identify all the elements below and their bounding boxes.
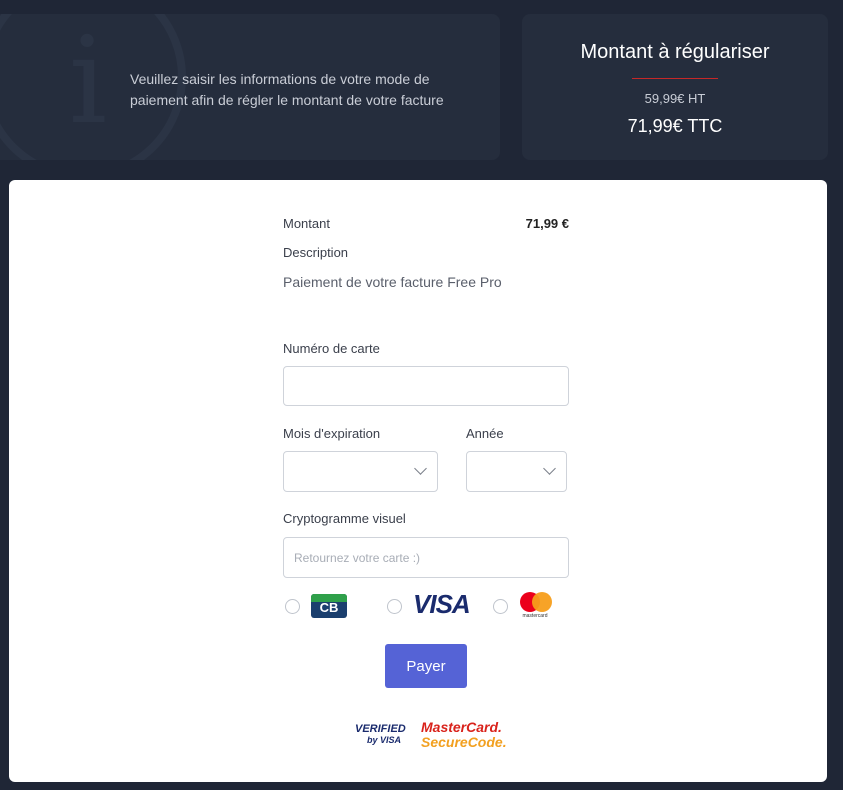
info-panel: i Veuillez saisir les informations de vo… (0, 14, 500, 160)
pay-button[interactable]: Payer (385, 644, 467, 688)
card-type-cb-radio[interactable] (285, 599, 300, 614)
montant-label: Montant (283, 216, 330, 231)
mastercard-securecode-logo: MasterCard. SecureCode. (421, 719, 507, 750)
cvv-label: Cryptogramme visuel (283, 511, 406, 526)
chevron-down-icon (543, 462, 556, 475)
montant-value: 71,99 € (525, 216, 569, 231)
verified-by-visa-logo: VERIFIED by VISA (355, 723, 406, 746)
card-number-label: Numéro de carte (283, 341, 380, 356)
card-number-input[interactable] (284, 367, 568, 405)
card-type-visa-radio[interactable] (387, 599, 402, 614)
card-type-mastercard-radio[interactable] (493, 599, 508, 614)
chevron-down-icon (414, 462, 427, 475)
visa-logo-icon: VISA (413, 589, 471, 619)
mastercard-logo-icon: mastercard (514, 592, 556, 622)
expiry-year-label: Année (466, 426, 504, 441)
expiry-month-label: Mois d'expiration (283, 426, 381, 441)
cb-logo-icon: CB (311, 594, 347, 618)
info-message: Veuillez saisir les informations de votr… (130, 71, 444, 108)
card-number-field[interactable] (283, 366, 569, 406)
amount-ht: 59,99€ HT (644, 91, 706, 106)
amount-divider (632, 78, 718, 79)
amount-panel: Montant à régulariser 59,99€ HT 71,99€ T… (522, 14, 828, 160)
amount-title: Montant à régulariser (580, 41, 770, 63)
payment-card: Montant 71,99 € Description Paiement de … (9, 180, 827, 782)
expiry-year-select[interactable] (466, 451, 567, 492)
cvv-field[interactable] (283, 537, 569, 578)
amount-ttc: 71,99€ TTC (627, 116, 723, 136)
expiry-month-select[interactable] (283, 451, 438, 492)
cvv-input[interactable] (284, 538, 568, 577)
montant-row: Montant 71,99 € (283, 216, 569, 231)
description-value: Paiement de votre facture Free Pro (283, 274, 502, 290)
security-logos: VERIFIED by VISA MasterCard. SecureCode. (355, 719, 507, 756)
description-label: Description (283, 245, 349, 260)
